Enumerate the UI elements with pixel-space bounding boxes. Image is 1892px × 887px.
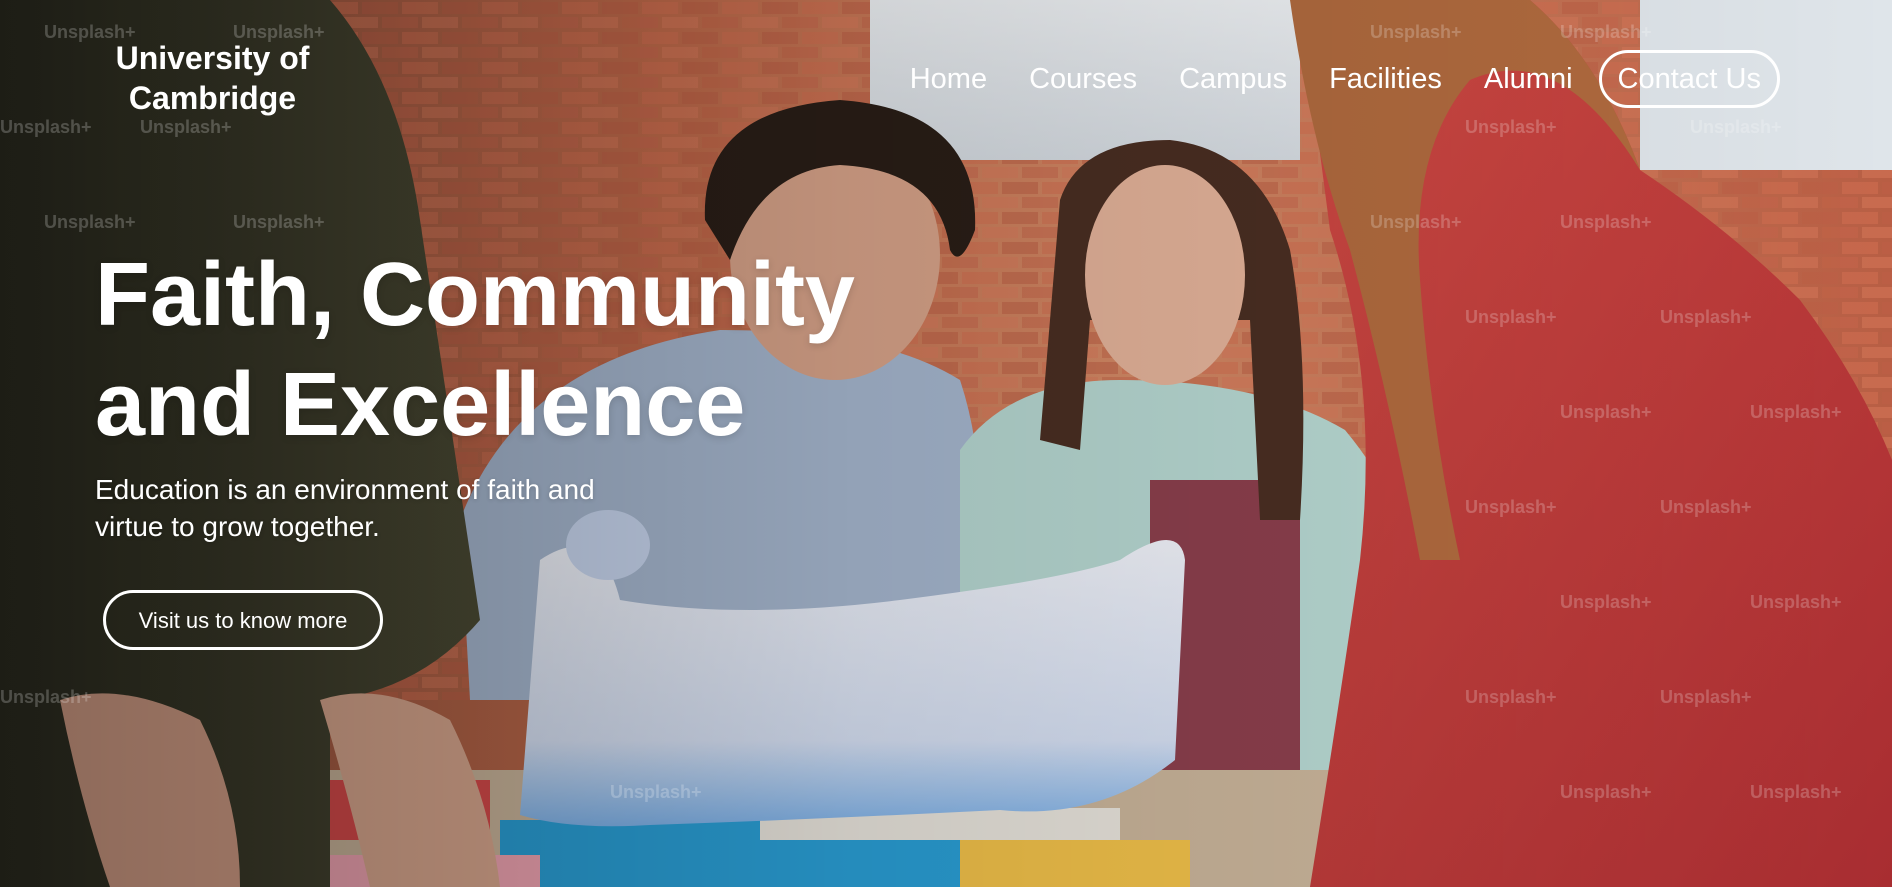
nav-item-campus[interactable]: Campus (1179, 51, 1287, 107)
subtitle-line-2: virtue to grow together. (95, 511, 380, 542)
headline-line-1: Faith, Community (95, 245, 855, 345)
nav-item-courses[interactable]: Courses (1029, 51, 1137, 107)
logo-line-2: Cambridge (128, 80, 297, 116)
headline-line-2: and Excellence (95, 355, 746, 455)
subtitle-line-1: Education is an environment of faith and (95, 474, 595, 505)
nav-item-facilities[interactable]: Facilities (1329, 51, 1442, 107)
hero-headline: Faith, Community and Excellence (95, 240, 855, 460)
hero-subtitle: Education is an environment of faith and… (95, 471, 695, 545)
logo-line-1: University of (115, 40, 310, 76)
site-logo[interactable]: University of Cambridge (85, 38, 340, 118)
nav-item-alumni[interactable]: Alumni (1484, 51, 1573, 107)
contact-us-button[interactable]: Contact Us (1598, 50, 1780, 108)
visit-us-button[interactable]: Visit us to know more (103, 590, 383, 650)
main-nav: Home Courses Campus Facilities Alumni Co… (868, 50, 1780, 108)
hero-section: Unsplash+ Unsplash+ Unsplash+ Unsplash+ … (0, 0, 1892, 887)
site-header: University of Cambridge Home Courses Cam… (0, 0, 1892, 120)
nav-item-home[interactable]: Home (910, 51, 987, 107)
